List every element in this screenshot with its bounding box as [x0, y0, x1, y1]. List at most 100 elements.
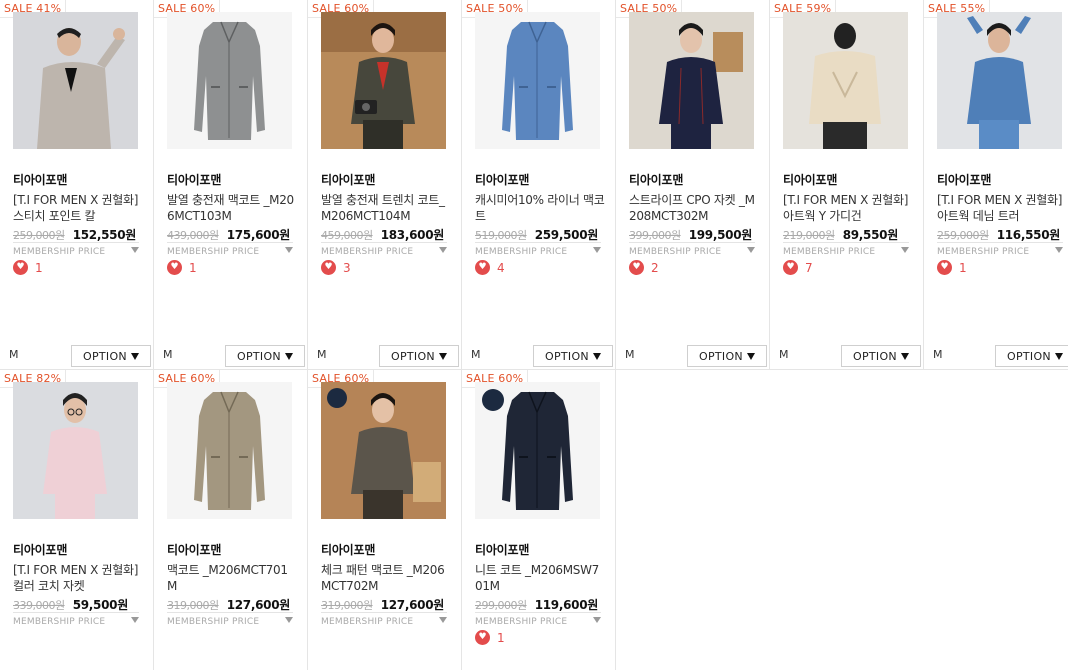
size-label: M: [471, 348, 481, 361]
like-button[interactable]: ♥ 2: [629, 260, 659, 275]
caret-down-icon: [1055, 247, 1063, 253]
membership-price-toggle[interactable]: MEMBERSHIP PRICE: [629, 242, 755, 257]
product-card[interactable]: SALE 60% 티아이포맨 맥코트 _M206MCT701M 319,000원…: [154, 370, 308, 670]
like-button[interactable]: ♥ 1: [475, 630, 505, 645]
product-image-coat-beige[interactable]: [167, 382, 292, 519]
like-count: 4: [497, 260, 505, 275]
size-label: M: [9, 348, 19, 361]
option-button[interactable]: OPTION: [841, 345, 921, 367]
like-button[interactable]: ♥ 1: [13, 260, 43, 275]
product-image-coat-blue[interactable]: [475, 12, 600, 149]
membership-price-toggle[interactable]: MEMBERSHIP PRICE: [13, 612, 139, 627]
like-button[interactable]: ♥ 1: [167, 260, 197, 275]
option-button[interactable]: OPTION: [995, 345, 1068, 367]
product-card[interactable]: SALE 41% 티아이포맨 [T.I FOR MEN X 권혈화] 스티치 포…: [0, 0, 154, 370]
brand-name[interactable]: 티아이포맨: [167, 171, 221, 188]
brand-name[interactable]: 티아이포맨: [783, 171, 837, 188]
product-card[interactable]: SALE 50% 티아이포맨 스트라이프 CPO 자켓 _M208MCT302M…: [616, 0, 770, 370]
product-title[interactable]: 발열 충전재 맥코트 _M206MCT103M: [167, 192, 297, 224]
heart-icon: ♥: [475, 630, 490, 645]
product-title[interactable]: 발열 충전재 트렌치 코트_M206MCT104M: [321, 192, 451, 224]
brand-name[interactable]: 티아이포맨: [321, 541, 375, 558]
original-price: 339,000원: [13, 599, 65, 612]
product-card[interactable]: SALE 60% 티아이포맨 발열 충전재 맥코트 _M206MCT103M 4…: [154, 0, 308, 370]
product-image-coat-navy-knit[interactable]: [475, 382, 600, 519]
brand-name[interactable]: 티아이포맨: [167, 541, 221, 558]
option-button[interactable]: OPTION: [687, 345, 767, 367]
option-label: OPTION: [699, 349, 743, 363]
product-title[interactable]: [T.I FOR MEN X 권혈화] 아트웍 데님 트러: [937, 192, 1067, 224]
triangle-down-icon: [284, 352, 293, 360]
product-grid: SALE 41% 티아이포맨 [T.I FOR MEN X 권혈화] 스티치 포…: [0, 0, 1068, 670]
price-row: 219,000원 89,550원: [783, 224, 918, 243]
like-button[interactable]: ♥ 4: [475, 260, 505, 275]
membership-price-toggle[interactable]: MEMBERSHIP PRICE: [321, 612, 447, 627]
brand-name[interactable]: 티아이포맨: [475, 171, 529, 188]
brand-name[interactable]: 티아이포맨: [13, 541, 67, 558]
sale-price: 59,500원: [72, 598, 129, 612]
membership-price-toggle[interactable]: MEMBERSHIP PRICE: [475, 242, 601, 257]
brand-name[interactable]: 티아이포맨: [629, 171, 683, 188]
product-image-model-cardigan-back[interactable]: [783, 12, 908, 149]
product-title[interactable]: [T.I FOR MEN X 권혈화] 컬러 코치 자켓: [13, 562, 143, 594]
membership-price-label: MEMBERSHIP PRICE: [475, 617, 568, 627]
option-button[interactable]: OPTION: [71, 345, 151, 367]
size-label: M: [163, 348, 173, 361]
caret-down-icon: [131, 247, 139, 253]
product-image-model-trench-khaki[interactable]: [321, 12, 446, 149]
membership-price-toggle[interactable]: MEMBERSHIP PRICE: [13, 242, 139, 257]
membership-price-toggle[interactable]: MEMBERSHIP PRICE: [937, 242, 1063, 257]
membership-price-toggle[interactable]: MEMBERSHIP PRICE: [783, 242, 909, 257]
product-card[interactable]: SALE 60% 티아이포맨 체크 패턴 맥코트 _M206MCT702M 31…: [308, 370, 462, 670]
option-label: OPTION: [853, 349, 897, 363]
product-title[interactable]: [T.I FOR MEN X 권혈화] 스티치 포인트 칼: [13, 192, 143, 224]
option-label: OPTION: [237, 349, 281, 363]
size-label: M: [779, 348, 789, 361]
brand-name[interactable]: 티아이포맨: [321, 171, 375, 188]
product-image-model-denim[interactable]: [937, 12, 1062, 149]
caret-down-icon: [747, 247, 755, 253]
product-image-model-jacket-beige[interactable]: [13, 12, 138, 149]
product-title[interactable]: 니트 코트 _M206MSW701M: [475, 562, 605, 594]
product-card[interactable]: SALE 60% 티아이포맨 니트 코트 _M206MSW701M 299,00…: [462, 370, 616, 670]
original-price: 299,000원: [475, 599, 527, 612]
product-title[interactable]: 체크 패턴 맥코트 _M206MCT702M: [321, 562, 451, 594]
product-image-model-navy-stripe[interactable]: [629, 12, 754, 149]
brand-name[interactable]: 티아이포맨: [13, 171, 67, 188]
product-card[interactable]: SALE 60% 티아이포맨 발열 충전재 트렌치 코트_M206MCT104M…: [308, 0, 462, 370]
product-image-model-check-coat[interactable]: [321, 382, 446, 519]
product-title[interactable]: 캐시미어10% 라이너 맥코트: [475, 192, 605, 224]
caret-down-icon: [285, 247, 293, 253]
price-row: 459,000원 183,600원: [321, 224, 456, 243]
product-image-coat-grey[interactable]: [167, 12, 292, 149]
sale-price: 183,600원: [380, 228, 445, 242]
membership-price-toggle[interactable]: MEMBERSHIP PRICE: [167, 242, 293, 257]
like-count: 2: [651, 260, 659, 275]
heart-icon: ♥: [629, 260, 644, 275]
triangle-down-icon: [900, 352, 909, 360]
product-title[interactable]: 스트라이프 CPO 자켓 _M208MCT302M: [629, 192, 759, 224]
like-button[interactable]: ♥ 3: [321, 260, 351, 275]
product-title[interactable]: [T.I FOR MEN X 권혈화] 아트웍 Y 가디건: [783, 192, 913, 224]
brand-name[interactable]: 티아이포맨: [475, 541, 529, 558]
membership-price-toggle[interactable]: MEMBERSHIP PRICE: [475, 612, 601, 627]
product-card[interactable]: SALE 55% 티아이포맨 [T.I FOR MEN X 권혈화] 아트웍 데…: [924, 0, 1068, 370]
option-button[interactable]: OPTION: [379, 345, 459, 367]
option-button[interactable]: OPTION: [533, 345, 613, 367]
membership-price-toggle[interactable]: MEMBERSHIP PRICE: [321, 242, 447, 257]
product-card[interactable]: SALE 82% 티아이포맨 [T.I FOR MEN X 권혈화] 컬러 코치…: [0, 370, 154, 670]
original-price: 439,000원: [167, 229, 219, 242]
price-row: 399,000원 199,500원: [629, 224, 764, 243]
sale-price: 152,550원: [72, 228, 137, 242]
like-button[interactable]: ♥ 1: [937, 260, 967, 275]
product-title[interactable]: 맥코트 _M206MCT701M: [167, 562, 297, 594]
option-button[interactable]: OPTION: [225, 345, 305, 367]
membership-price-toggle[interactable]: MEMBERSHIP PRICE: [167, 612, 293, 627]
heart-icon: ♥: [13, 260, 28, 275]
triangle-down-icon: [438, 352, 447, 360]
brand-name[interactable]: 티아이포맨: [937, 171, 991, 188]
product-image-model-pink[interactable]: [13, 382, 138, 519]
product-card[interactable]: SALE 59% 티아이포맨 [T.I FOR MEN X 권혈화] 아트웍 Y…: [770, 0, 924, 370]
product-card[interactable]: SALE 50% 티아이포맨 캐시미어10% 라이너 맥코트 519,000원 …: [462, 0, 616, 370]
like-button[interactable]: ♥ 7: [783, 260, 813, 275]
